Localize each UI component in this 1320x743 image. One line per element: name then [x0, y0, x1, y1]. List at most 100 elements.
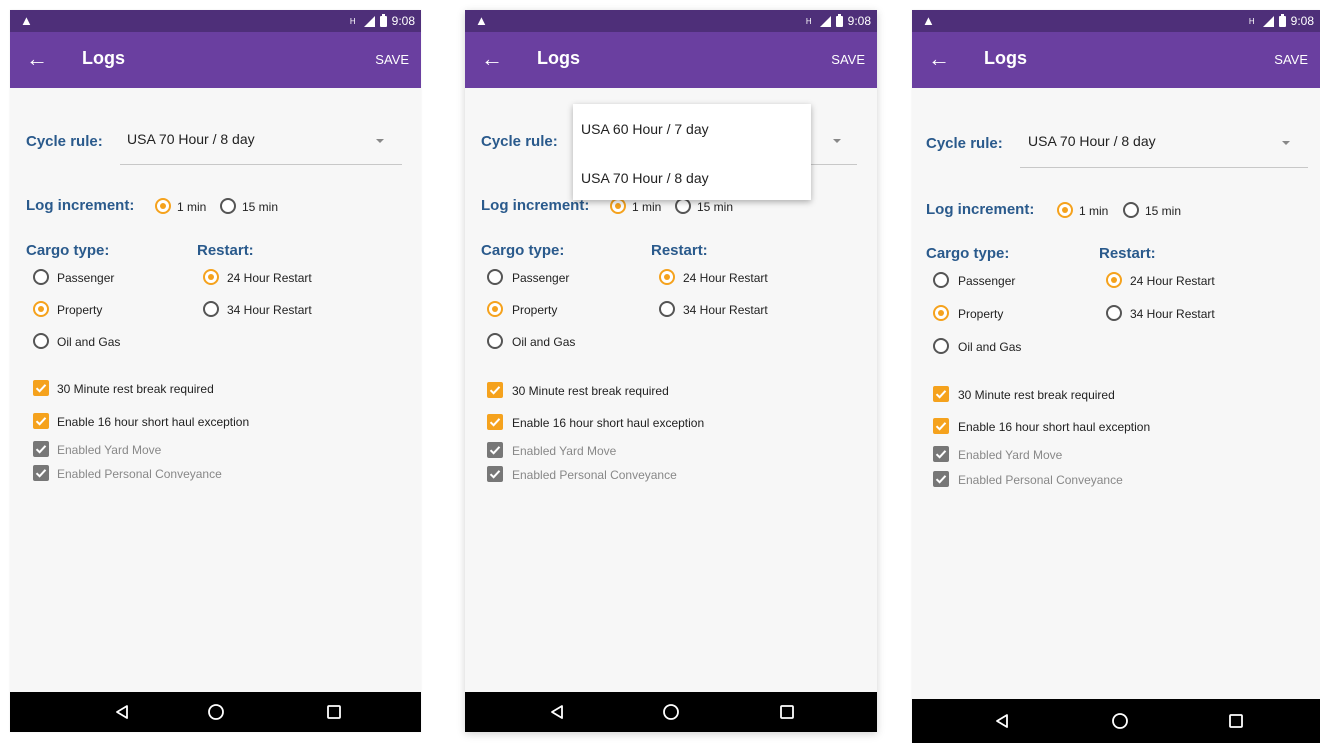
rest-break-label: 30 Minute rest break required [512, 384, 669, 398]
cargo-passenger-label: Passenger [57, 271, 115, 285]
restart-24-label: 24 Hour Restart [683, 271, 768, 285]
cargo-property-radio[interactable] [933, 305, 949, 321]
chevron-down-icon[interactable] [833, 139, 841, 143]
chevron-down-icon[interactable] [1282, 141, 1290, 145]
short-haul-checkbox[interactable] [933, 418, 949, 434]
cycle-rule-dropdown: USA 60 Hour / 7 day USA 70 Hour / 8 day [573, 104, 811, 200]
signal-icon [817, 15, 831, 27]
log-increment-15min-label: 15 min [242, 200, 279, 214]
cycle-rule-select[interactable]: USA 70 Hour / 8 day [127, 131, 255, 147]
log-increment-1min-radio[interactable] [610, 198, 626, 214]
page-title: Logs [537, 48, 580, 68]
restart-24-label: 24 Hour Restart [1130, 274, 1215, 288]
network-type-label: H [1248, 16, 1255, 26]
short-haul-checkbox[interactable] [487, 414, 503, 430]
cycle-rule-select[interactable]: USA 70 Hour / 8 day [1028, 133, 1156, 149]
cargo-oil-gas-radio[interactable] [933, 338, 949, 354]
personal-conveyance-checkbox [487, 466, 503, 482]
restart-label: Restart: [1099, 245, 1156, 262]
nav-recents-icon[interactable] [767, 692, 807, 732]
cycle-option-60[interactable]: USA 60 Hour / 7 day [581, 121, 709, 137]
page-title: Logs [984, 48, 1027, 68]
restart-24-label: 24 Hour Restart [227, 271, 312, 285]
cycle-option-70[interactable]: USA 70 Hour / 8 day [581, 170, 709, 186]
log-increment-15min-radio[interactable] [220, 198, 236, 214]
app-bar: ← Logs SAVE [465, 32, 877, 88]
short-haul-label: Enable 16 hour short haul exception [512, 416, 705, 430]
cargo-type-label: Cargo type: [26, 242, 110, 259]
cargo-property-label: Property [958, 307, 1004, 321]
nav-back-icon[interactable] [102, 692, 142, 732]
log-increment-15min-label: 15 min [1145, 204, 1182, 218]
status-bar: ▲ H 9:08 [465, 10, 877, 32]
short-haul-label: Enable 16 hour short haul exception [57, 415, 250, 429]
cargo-oil-gas-radio[interactable] [487, 333, 503, 349]
log-increment-label: Log increment: [26, 197, 135, 214]
arrow-back-icon[interactable]: ← [481, 45, 503, 73]
rest-break-label: 30 Minute rest break required [57, 382, 214, 396]
save-button[interactable]: SAVE [831, 52, 865, 67]
log-increment-15min-radio[interactable] [1123, 202, 1139, 218]
battery-icon [835, 13, 843, 27]
cargo-passenger-radio[interactable] [933, 272, 949, 288]
nav-home-icon[interactable] [196, 692, 236, 732]
status-time: 9:08 [391, 14, 415, 28]
app-bar: ← Logs SAVE [912, 32, 1320, 88]
cargo-property-radio[interactable] [33, 301, 49, 317]
short-haul-checkbox[interactable] [33, 413, 49, 429]
arrow-back-icon[interactable]: ← [26, 45, 48, 73]
cargo-property-label: Property [512, 303, 558, 317]
personal-conveyance-label: Enabled Personal Conveyance [57, 467, 222, 481]
short-haul-label: Enable 16 hour short haul exception [958, 420, 1151, 434]
yard-move-label: Enabled Yard Move [57, 443, 162, 457]
log-increment-1min-label: 1 min [177, 200, 207, 214]
warning-icon: ▲ [20, 13, 33, 28]
rest-break-checkbox[interactable] [33, 380, 49, 396]
cargo-property-radio[interactable] [487, 301, 503, 317]
cargo-oil-gas-label: Oil and Gas [512, 335, 576, 349]
restart-24-radio[interactable] [203, 269, 219, 285]
log-increment-1min-radio[interactable] [155, 198, 171, 214]
nav-back-icon[interactable] [537, 692, 577, 732]
cargo-passenger-label: Passenger [958, 274, 1016, 288]
restart-34-label: 34 Hour Restart [227, 303, 312, 317]
restart-label: Restart: [651, 242, 708, 259]
restart-label: Restart: [197, 242, 254, 259]
save-button[interactable]: SAVE [1274, 52, 1308, 67]
restart-24-radio[interactable] [1106, 272, 1122, 288]
yard-move-checkbox [933, 446, 949, 462]
cycle-rule-label: Cycle rule: [481, 133, 558, 150]
log-increment-15min-radio[interactable] [675, 198, 691, 214]
chevron-down-icon[interactable] [376, 139, 384, 143]
phone-screen-2: ▲ H 9:08 ← Logs SAVE USA 60 Hour / 7 day… [465, 10, 877, 732]
cargo-oil-gas-radio[interactable] [33, 333, 49, 349]
battery-icon [1278, 13, 1286, 27]
nav-home-icon[interactable] [1100, 699, 1140, 743]
cargo-passenger-radio[interactable] [487, 269, 503, 285]
restart-34-radio[interactable] [203, 301, 219, 317]
log-increment-label: Log increment: [926, 201, 1035, 218]
battery-icon [379, 13, 387, 27]
nav-back-icon[interactable] [982, 699, 1022, 743]
restart-34-radio[interactable] [1106, 305, 1122, 321]
nav-recents-icon[interactable] [314, 692, 354, 732]
restart-34-label: 34 Hour Restart [1130, 307, 1215, 321]
network-type-label: H [349, 16, 356, 26]
rest-break-checkbox[interactable] [487, 382, 503, 398]
save-button[interactable]: SAVE [375, 52, 409, 67]
status-time: 9:08 [847, 14, 871, 28]
cargo-passenger-radio[interactable] [33, 269, 49, 285]
rest-break-checkbox[interactable] [933, 386, 949, 402]
restart-34-radio[interactable] [659, 301, 675, 317]
network-type-label: H [805, 16, 812, 26]
log-increment-15min-label: 15 min [697, 200, 734, 214]
arrow-back-icon[interactable]: ← [928, 45, 950, 73]
nav-recents-icon[interactable] [1216, 699, 1256, 743]
signal-icon [361, 15, 375, 27]
nav-home-icon[interactable] [651, 692, 691, 732]
cycle-rule-label: Cycle rule: [926, 135, 1003, 152]
restart-24-radio[interactable] [659, 269, 675, 285]
cycle-rule-underline [1020, 167, 1308, 168]
log-increment-1min-radio[interactable] [1057, 202, 1073, 218]
yard-move-checkbox [487, 442, 503, 458]
